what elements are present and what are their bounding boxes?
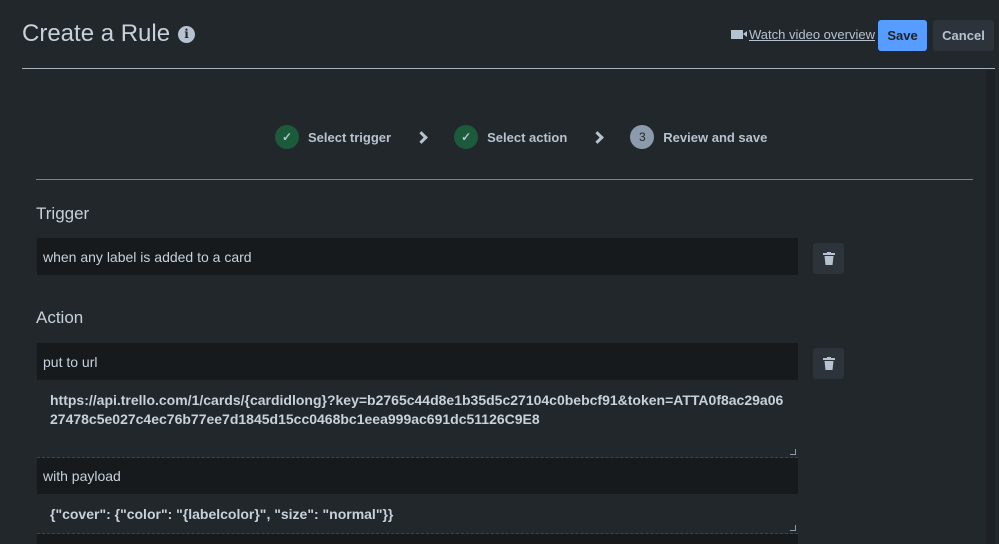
stepper: ✓ Select trigger ✓ Select action 3 Review a… <box>275 125 767 149</box>
page-title: Create a Rule i <box>22 20 196 48</box>
trigger-field[interactable]: when any label is added to a card <box>37 238 798 275</box>
action-type-field[interactable]: put to url <box>37 343 798 380</box>
payload-label-field: with payload <box>37 458 798 494</box>
step-label: Select action <box>487 129 568 145</box>
trash-icon <box>822 252 835 265</box>
delete-action-button[interactable] <box>813 348 844 379</box>
video-camera-icon <box>731 30 747 39</box>
step-label: Select trigger <box>308 129 392 145</box>
next-field <box>37 534 798 544</box>
delete-trigger-button[interactable] <box>813 243 844 274</box>
step-review-save[interactable]: 3 Review and save <box>630 125 767 149</box>
action-heading: Action <box>36 308 84 327</box>
chevron-right-icon <box>415 130 428 144</box>
steps-divider <box>36 179 973 180</box>
watch-video-label: Watch video overview <box>749 27 875 42</box>
cancel-button[interactable]: Cancel <box>933 20 994 51</box>
info-icon[interactable]: i <box>178 25 196 43</box>
step-select-trigger[interactable]: ✓ Select trigger <box>275 125 391 149</box>
check-icon: ✓ <box>454 125 479 149</box>
url-textarea[interactable]: https://api.trello.com/1/cards/{cardidlo… <box>37 380 798 458</box>
header-divider <box>22 68 995 69</box>
check-icon: ✓ <box>275 125 299 149</box>
save-button[interactable]: Save <box>878 20 927 51</box>
step-select-action[interactable]: ✓ Select action <box>454 125 567 149</box>
scrollbar[interactable] <box>986 70 995 544</box>
step-label: Review and save <box>663 129 768 145</box>
step-number: 3 <box>630 125 655 149</box>
payload-textarea[interactable]: {"cover": {"color": "{labelcolor}", "siz… <box>37 494 798 534</box>
trigger-heading: Trigger <box>36 204 90 223</box>
page-title-text: Create a Rule <box>22 20 171 47</box>
chevron-right-icon <box>591 130 605 144</box>
trash-icon <box>822 357 835 370</box>
watch-video-link[interactable]: Watch video overview <box>731 27 875 42</box>
